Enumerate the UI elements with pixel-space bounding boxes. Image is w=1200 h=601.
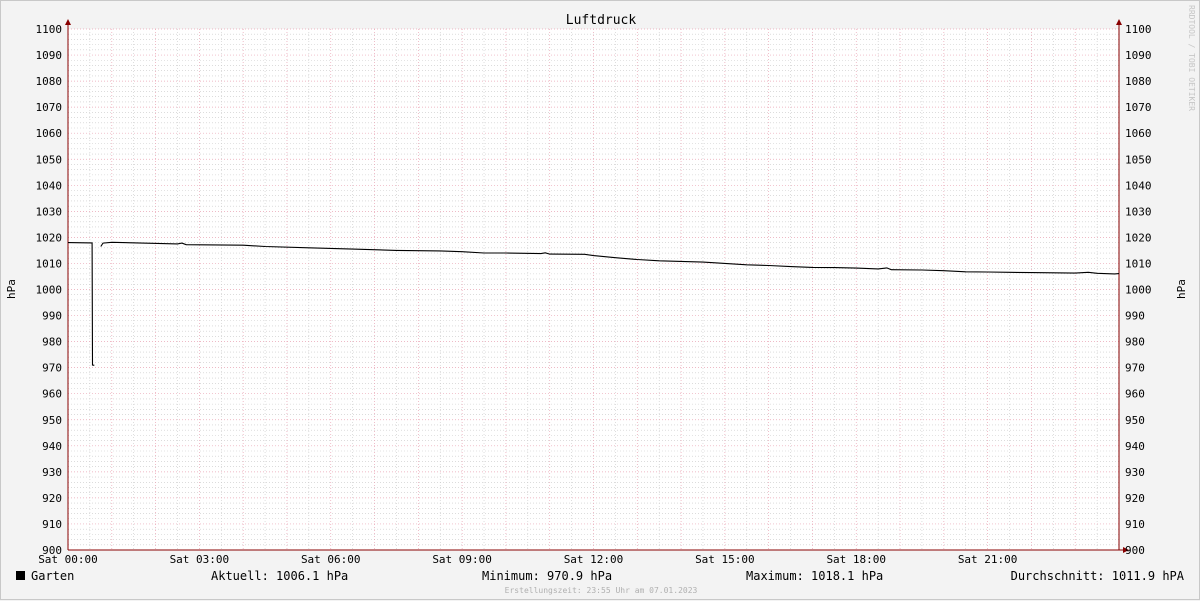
x-tick-label: Sat 06:00 [301,553,361,566]
y-tick-label-right: 1080 [1125,75,1152,88]
y-tick-label-left: 1070 [36,101,63,114]
y-tick-label-left: 1080 [36,75,63,88]
y-tick-label-left: 920 [42,492,62,505]
y-tick-label-right: 960 [1125,388,1145,401]
y-tick-label-right: 1020 [1125,231,1152,244]
y-tick-label-left: 1050 [36,153,63,166]
y-tick-label-left: 930 [42,466,62,479]
y-tick-label-right: 1030 [1125,205,1152,218]
x-tick-label: Sat 00:00 [38,553,98,566]
y-tick-label-right: 1040 [1125,179,1152,192]
y-tick-label-left: 1060 [36,127,63,140]
legend-swatch [16,571,25,580]
y-tick-label-right: 1090 [1125,49,1152,62]
chart-title: Luftdruck [566,13,637,28]
legend-label-garten: Garten [31,569,74,583]
x-tick-label: Sat 12:00 [564,553,624,566]
y-tick-label-left: 940 [42,440,62,453]
y-tick-label-right: 900 [1125,544,1145,557]
y-tick-label-right: 1050 [1125,153,1152,166]
y-axis-label-right: hPa [1175,279,1188,299]
y-tick-label-left: 1100 [36,23,63,36]
y-tick-label-right: 930 [1125,466,1145,479]
stat-average: Durchschnitt: 1011.9 hPA [1011,569,1185,583]
x-tick-label: Sat 18:00 [826,553,886,566]
y-tick-label-right: 910 [1125,518,1145,531]
y-tick-label-right: 940 [1125,440,1145,453]
y-tick-label-right: 1060 [1125,127,1152,140]
pressure-chart: 900 900910 910920 920930 930940 940950 950960 9… [5,5,1196,595]
stat-minimum: Minimum: 970.9 hPa [482,569,612,583]
y-axis-arrow-right [1116,19,1122,25]
y-tick-label-right: 950 [1125,414,1145,427]
y-tick-label-left: 960 [42,388,62,401]
y-tick-label-right: 1100 [1125,23,1152,36]
watermark: RRDTOOL / TOBI OETIKER [1187,5,1196,111]
y-tick-label-left: 1000 [36,284,63,297]
y-tick-label-left: 1040 [36,179,63,192]
y-axis-label-left: hPa [5,279,18,299]
y-tick-label-right: 970 [1125,362,1145,375]
y-tick-label-right: 990 [1125,310,1145,323]
y-tick-label-left: 950 [42,414,62,427]
y-tick-label-left: 1090 [36,49,63,62]
y-tick-label-left: 970 [42,362,62,375]
y-axis-arrow-left [65,19,71,25]
y-tick-label-right: 1000 [1125,284,1152,297]
stat-current: Aktuell: 1006.1 hPa [211,569,348,583]
footer-timestamp: Erstellungszeit: 23:55 Uhr am 07.01.2023 [505,586,698,595]
chart-frame: 900 900 910 910 920 920 930 930 940 940 950 950 960 9… [0,0,1200,600]
stat-maximum: Maximum: 1018.1 hPa [746,569,883,583]
x-tick-label: Sat 15:00 [695,553,755,566]
x-tick-label: Sat 09:00 [432,553,492,566]
y-tick-label-right: 1070 [1125,101,1152,114]
y-tick-label-right: 920 [1125,492,1145,505]
x-tick-label: Sat 21:00 [958,553,1018,566]
y-tick-label-left: 1020 [36,231,63,244]
y-tick-label-right: 1010 [1125,257,1152,270]
y-tick-label-left: 990 [42,310,62,323]
y-tick-label-left: 1010 [36,257,63,270]
y-tick-label-left: 910 [42,518,62,531]
y-tick-label-left: 980 [42,336,62,349]
y-tick-label-left: 1030 [36,205,63,218]
y-tick-label-right: 980 [1125,336,1145,349]
x-tick-label: Sat 03:00 [170,553,230,566]
